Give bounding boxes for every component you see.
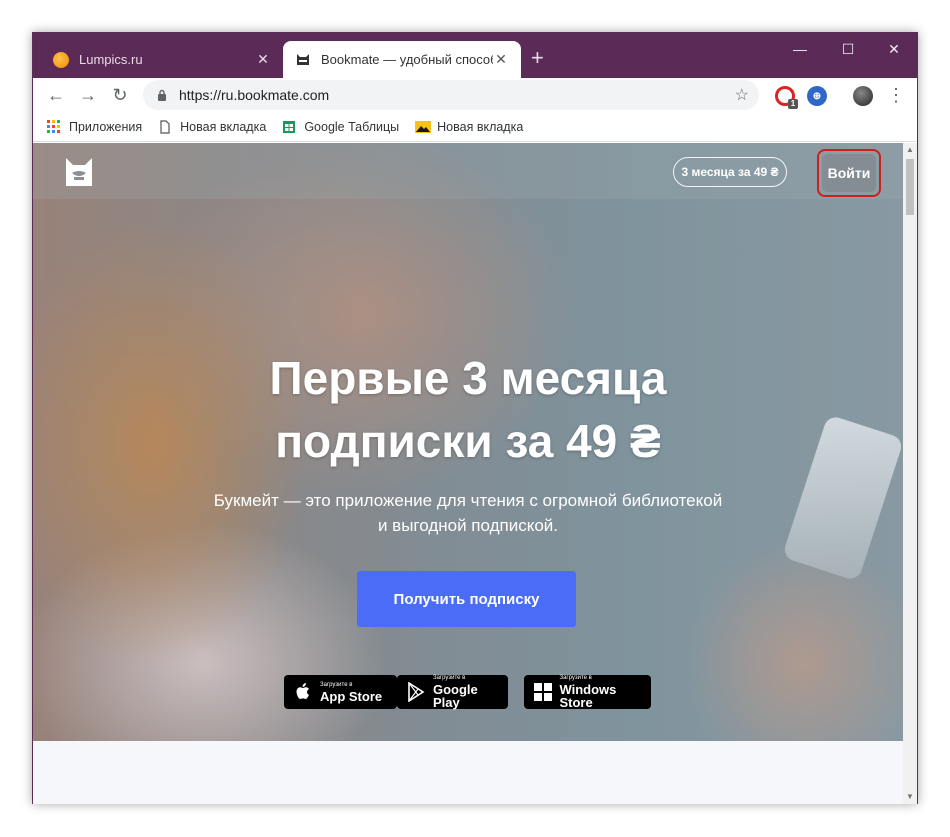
bookmarks-bar: Приложения Новая вкладка Google Таблицы … [33,112,917,142]
orange-circle-icon [53,51,69,68]
app-store-badge[interactable]: Загрузите в App Store [284,675,397,709]
url-text: https://ru.bookmate.com [179,87,330,103]
get-subscription-button[interactable]: Получить подписку [357,571,576,627]
extension-badge: 1 [788,99,798,109]
promo-pill-button[interactable]: 3 месяца за 49 ₴ [673,157,787,187]
store-small-label: Загрузите в [559,675,592,681]
bookmark-new-tab-2[interactable]: Новая вкладка [415,120,523,134]
menu-dots-icon[interactable]: ⋮ [881,80,911,110]
back-icon[interactable]: ← [41,80,71,110]
bookmark-apps[interactable]: Приложения [47,119,143,134]
toolbar: ← → ↻ https://ru.bookmate.com ☆ 1 ⊕ ⋮ [33,78,917,112]
tab-title: Bookmate — удобный способ ч [321,52,493,67]
bookmate-cat-icon [295,52,311,68]
scrollbar-thumb[interactable] [906,159,914,215]
hero-headline: Первые 3 месяца подписки за 49 ₴ [33,347,903,473]
image-icon [415,120,432,134]
bookmark-google-sheets[interactable]: Google Таблицы [282,120,399,134]
hero-subtitle: Букмейт — это приложение для чтения с ог… [33,488,903,538]
windows-store-badge[interactable]: Загрузите в Windows Store [524,675,651,709]
page-viewport: 3 месяца за 49 ₴ Войти Первые 3 месяца п… [33,143,903,804]
store-small-label: Загрузите в [320,681,353,688]
bookmark-label: Новая вкладка [180,119,267,134]
sheets-icon [282,120,296,134]
reload-icon[interactable]: ↻ [105,80,135,110]
globe-extension-icon[interactable]: ⊕ [807,86,827,106]
bookmark-label: Приложения [69,119,143,134]
avatar[interactable] [853,86,873,106]
google-play-badge[interactable]: Загрузите в Google Play [397,675,508,709]
vertical-scrollbar[interactable]: ▲ ▼ [903,143,917,804]
minimize-icon[interactable]: — [777,37,823,61]
address-bar[interactable]: https://ru.bookmate.com ☆ [143,80,759,110]
scroll-down-icon[interactable]: ▼ [903,790,917,804]
close-icon[interactable]: ✕ [493,51,509,68]
login-button[interactable]: Войти [822,154,876,192]
subtitle-line: Букмейт — это приложение для чтения с ог… [213,491,723,510]
apple-icon [292,681,314,703]
bookmark-label: Google Таблицы [304,119,400,134]
store-name: App Store [320,688,383,704]
tab-bookmate[interactable]: Bookmate — удобный способ ч ✕ [283,41,521,78]
title-bar: Lumpics.ru ✕ Bookmate — удобный способ ч… [33,33,917,78]
bookmate-logo-icon[interactable] [65,157,93,187]
store-name: Google Play [432,682,478,710]
bookmark-star-icon[interactable]: ☆ [735,85,749,105]
store-name: Windows Store [559,682,617,710]
bookmark-new-tab-1[interactable]: Новая вкладка [158,120,266,134]
page-icon [158,119,172,134]
hero-section: 3 месяца за 49 ₴ Войти Первые 3 месяца п… [33,143,903,741]
maximize-icon[interactable]: ☐ [825,37,871,61]
login-highlight: Войти [817,149,881,197]
google-play-icon [405,681,427,703]
browser-window: Lumpics.ru ✕ Bookmate — удобный способ ч… [32,32,918,804]
opera-extension-icon[interactable]: 1 [775,86,798,109]
tab-lumpics[interactable]: Lumpics.ru ✕ [41,41,283,78]
new-tab-icon[interactable]: + [531,47,544,69]
lock-icon [155,88,169,102]
headline-line: Первые 3 месяца [269,352,667,404]
subtitle-line: и выгодной подпиской. [377,516,559,535]
store-small-label: Загрузите в [432,675,466,681]
windows-icon [532,681,553,703]
apps-grid-icon [47,119,61,134]
forward-icon[interactable]: → [73,80,103,110]
close-icon[interactable]: ✕ [255,51,271,68]
headline-line: подписки за 49 ₴ [275,415,661,467]
scroll-up-icon[interactable]: ▲ [903,143,917,157]
tab-title: Lumpics.ru [79,52,143,67]
bookmark-label: Новая вкладка [437,119,524,134]
window-close-icon[interactable]: ✕ [871,37,917,61]
